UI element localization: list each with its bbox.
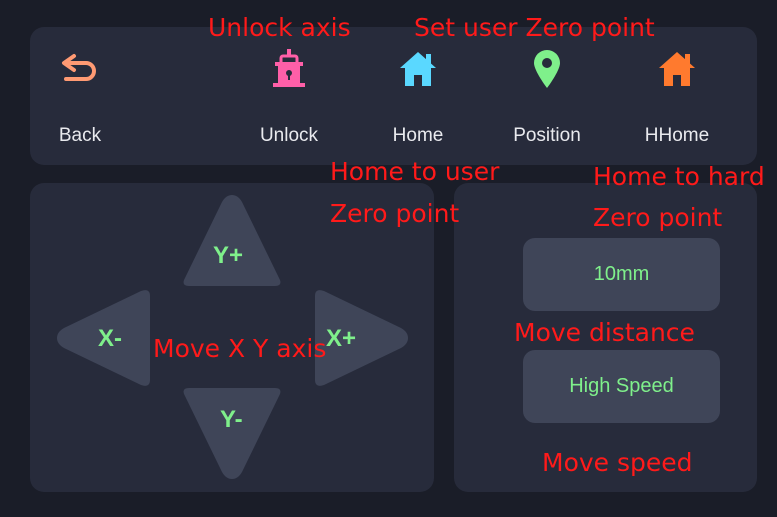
position-label: Position bbox=[513, 125, 581, 146]
x-plus-button[interactable]: X+ bbox=[312, 290, 412, 386]
x-minus-label: X- bbox=[98, 325, 122, 352]
y-minus-button[interactable]: Y- bbox=[182, 384, 282, 484]
annotation-home-hard-line2: Zero point bbox=[593, 203, 723, 232]
annotation-move-xy: Move X Y axis bbox=[153, 334, 327, 363]
x-plus-label: X+ bbox=[326, 325, 357, 352]
move-speed-value: High Speed bbox=[569, 375, 674, 397]
move-distance-button[interactable]: 10mm bbox=[523, 238, 720, 311]
move-speed-button[interactable]: High Speed bbox=[523, 350, 720, 423]
annotation-home-hard-line1: Home to hard bbox=[593, 162, 765, 191]
home-label: Home bbox=[392, 125, 444, 146]
y-minus-label: Y- bbox=[220, 406, 243, 433]
home-icon bbox=[657, 49, 697, 89]
unlock-label: Unlock bbox=[259, 125, 319, 146]
annotation-move-distance: Move distance bbox=[514, 318, 695, 347]
annotation-unlock-axis: Unlock axis bbox=[208, 13, 351, 42]
padlock-icon bbox=[269, 49, 309, 89]
position-button[interactable]: Position bbox=[497, 27, 597, 152]
home-button[interactable]: Home bbox=[368, 27, 468, 152]
location-pin-icon bbox=[527, 49, 567, 89]
unlock-button[interactable]: Unlock bbox=[239, 27, 339, 152]
annotation-home-user-line1: Home to user bbox=[330, 157, 500, 186]
annotation-set-zero: Set user Zero point bbox=[414, 13, 655, 42]
hhome-label: HHome bbox=[644, 125, 710, 146]
y-plus-button[interactable]: Y+ bbox=[182, 190, 282, 290]
annotation-home-user-line2: Zero point bbox=[330, 199, 460, 228]
hhome-button[interactable]: HHome bbox=[627, 27, 727, 152]
back-label: Back bbox=[58, 125, 102, 146]
back-button[interactable]: Back bbox=[30, 27, 130, 152]
home-icon bbox=[398, 49, 438, 89]
move-distance-value: 10mm bbox=[593, 263, 650, 285]
x-minus-button[interactable]: X- bbox=[53, 290, 153, 386]
annotation-move-speed: Move speed bbox=[542, 448, 693, 477]
back-arrow-icon bbox=[60, 49, 100, 89]
y-plus-label: Y+ bbox=[213, 242, 244, 269]
